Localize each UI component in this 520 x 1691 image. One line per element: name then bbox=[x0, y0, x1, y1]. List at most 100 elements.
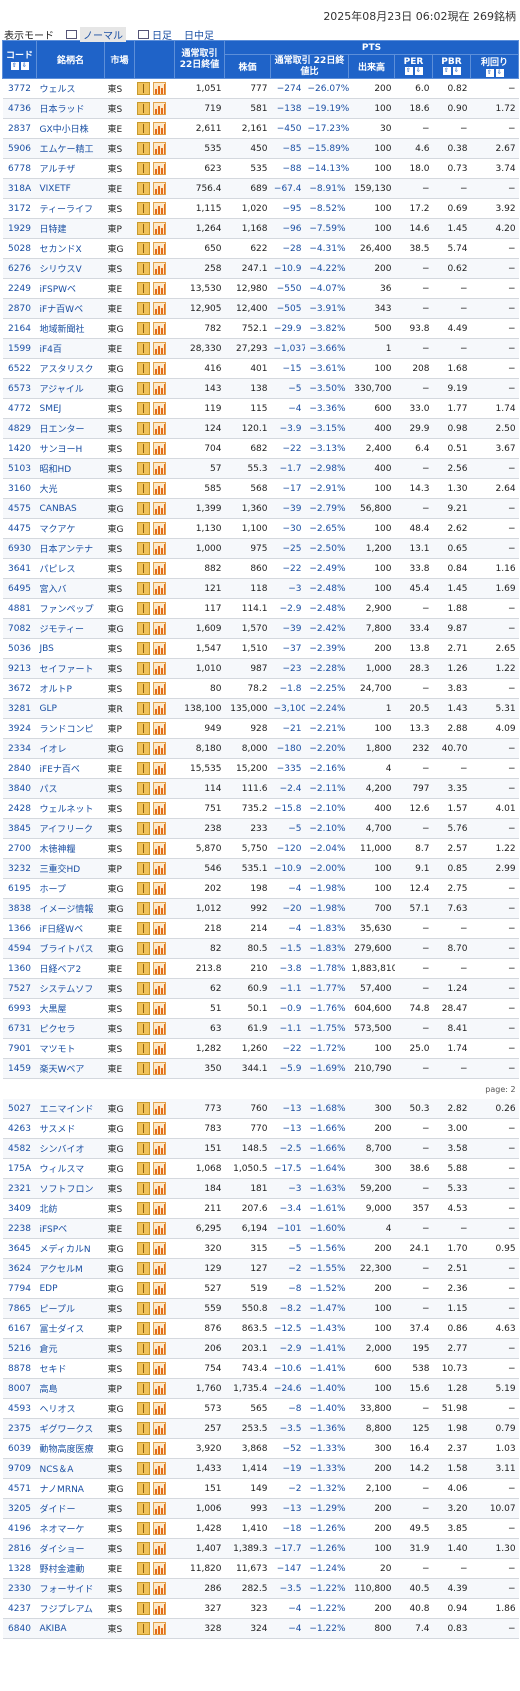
name-cell[interactable]: ウェルネット bbox=[36, 798, 105, 819]
code-cell[interactable]: 2428 bbox=[2, 798, 37, 819]
code-cell[interactable]: 2700 bbox=[2, 838, 37, 859]
icons-cell[interactable] bbox=[134, 718, 175, 739]
sort-up-icon[interactable]: ⇧ bbox=[10, 61, 19, 70]
book-icon[interactable] bbox=[136, 1042, 150, 1055]
chart-icon[interactable] bbox=[152, 1482, 166, 1495]
chart-icon[interactable] bbox=[152, 1122, 166, 1135]
icons-cell[interactable] bbox=[134, 678, 175, 699]
chart-icon[interactable] bbox=[152, 1462, 166, 1475]
book-icon[interactable] bbox=[136, 202, 150, 215]
icons-cell[interactable] bbox=[134, 518, 175, 539]
name-cell[interactable]: AKIBA bbox=[36, 1618, 105, 1639]
book-icon[interactable] bbox=[136, 1502, 150, 1515]
chart-icon[interactable] bbox=[152, 1042, 166, 1055]
book-icon[interactable] bbox=[136, 982, 150, 995]
chart-icon[interactable] bbox=[152, 662, 166, 675]
mode-normal-option[interactable]: ノーマル bbox=[66, 27, 126, 42]
icons-cell[interactable] bbox=[134, 698, 175, 719]
name-cell[interactable]: エニマインド bbox=[36, 1099, 105, 1119]
icons-cell[interactable] bbox=[134, 98, 175, 119]
code-cell[interactable]: 4237 bbox=[2, 1598, 37, 1619]
code-cell[interactable]: 5906 bbox=[2, 138, 37, 159]
chart-icon[interactable] bbox=[152, 222, 166, 235]
icons-cell[interactable] bbox=[134, 558, 175, 579]
name-cell[interactable]: 冨士ダイス bbox=[36, 1318, 105, 1339]
name-cell[interactable]: アクセルM bbox=[36, 1258, 105, 1279]
book-icon[interactable] bbox=[136, 682, 150, 695]
code-cell[interactable]: 7082 bbox=[2, 618, 37, 639]
code-cell[interactable]: 5028 bbox=[2, 238, 37, 259]
chart-icon[interactable] bbox=[152, 242, 166, 255]
sort-up-icon[interactable]: ⇧ bbox=[442, 67, 451, 75]
chart-icon[interactable] bbox=[152, 262, 166, 275]
code-cell[interactable]: 4881 bbox=[2, 598, 37, 619]
name-cell[interactable]: 日特建 bbox=[36, 218, 105, 239]
icons-cell[interactable] bbox=[134, 1038, 175, 1059]
name-cell[interactable]: 大黒屋 bbox=[36, 998, 105, 1019]
chart-icon[interactable] bbox=[152, 282, 166, 295]
book-icon[interactable] bbox=[136, 1402, 150, 1415]
sort-down-icon[interactable]: ⇩ bbox=[20, 61, 29, 70]
book-icon[interactable] bbox=[136, 222, 150, 235]
name-cell[interactable]: フォーサイド bbox=[36, 1578, 105, 1599]
icons-cell[interactable] bbox=[134, 118, 175, 139]
code-cell[interactable]: 6993 bbox=[2, 998, 37, 1019]
book-icon[interactable] bbox=[136, 662, 150, 675]
code-cell[interactable]: 1420 bbox=[2, 438, 37, 459]
book-icon[interactable] bbox=[136, 382, 150, 395]
name-cell[interactable]: ヘリオス bbox=[36, 1398, 105, 1419]
chart-icon[interactable] bbox=[152, 422, 166, 435]
code-cell[interactable]: 4582 bbox=[2, 1138, 37, 1159]
icons-cell[interactable] bbox=[134, 938, 175, 959]
chart-icon[interactable] bbox=[152, 1302, 166, 1315]
code-cell[interactable]: 318A bbox=[2, 178, 37, 199]
book-icon[interactable] bbox=[136, 442, 150, 455]
book-icon[interactable] bbox=[136, 602, 150, 615]
name-cell[interactable]: サスメド bbox=[36, 1118, 105, 1139]
chart-icon[interactable] bbox=[152, 502, 166, 515]
chart-icon[interactable] bbox=[152, 722, 166, 735]
book-icon[interactable] bbox=[136, 1382, 150, 1395]
chart-icon[interactable] bbox=[152, 1542, 166, 1555]
icons-cell[interactable] bbox=[134, 1438, 175, 1459]
code-cell[interactable]: 2816 bbox=[2, 1538, 37, 1559]
book-icon[interactable] bbox=[136, 902, 150, 915]
chart-icon[interactable] bbox=[152, 942, 166, 955]
chart-icon[interactable] bbox=[152, 1602, 166, 1615]
name-cell[interactable]: ピープル bbox=[36, 1298, 105, 1319]
code-cell[interactable]: 2840 bbox=[2, 758, 37, 779]
chart-icon[interactable] bbox=[152, 462, 166, 475]
code-cell[interactable]: 9709 bbox=[2, 1458, 37, 1479]
book-icon[interactable] bbox=[136, 462, 150, 475]
chart-icon[interactable] bbox=[152, 82, 166, 95]
icons-cell[interactable] bbox=[134, 538, 175, 559]
icons-cell[interactable] bbox=[134, 478, 175, 499]
icons-cell[interactable] bbox=[134, 1298, 175, 1319]
book-icon[interactable] bbox=[136, 322, 150, 335]
name-cell[interactable]: ティーライフ bbox=[36, 198, 105, 219]
chart-icon[interactable] bbox=[152, 1102, 166, 1115]
code-cell[interactable]: 1599 bbox=[2, 338, 37, 359]
code-cell[interactable]: 1459 bbox=[2, 1058, 37, 1079]
chart-icon[interactable] bbox=[152, 362, 166, 375]
icons-cell[interactable] bbox=[134, 1618, 175, 1639]
icons-cell[interactable] bbox=[134, 1378, 175, 1399]
chart-icon[interactable] bbox=[152, 882, 166, 895]
icons-cell[interactable] bbox=[134, 858, 175, 879]
icons-cell[interactable] bbox=[134, 178, 175, 199]
code-cell[interactable]: 4829 bbox=[2, 418, 37, 439]
code-cell[interactable]: 2249 bbox=[2, 278, 37, 299]
mode-intraday-option[interactable]: 日中足 bbox=[184, 27, 214, 42]
name-cell[interactable]: ジモティー bbox=[36, 618, 105, 639]
icons-cell[interactable] bbox=[134, 378, 175, 399]
name-cell[interactable]: JBS bbox=[36, 638, 105, 659]
icons-cell[interactable] bbox=[134, 1338, 175, 1359]
icons-cell[interactable] bbox=[134, 818, 175, 839]
icons-cell[interactable] bbox=[134, 198, 175, 219]
chart-icon[interactable] bbox=[152, 922, 166, 935]
icons-cell[interactable] bbox=[134, 1598, 175, 1619]
chart-icon[interactable] bbox=[152, 302, 166, 315]
book-icon[interactable] bbox=[136, 142, 150, 155]
name-cell[interactable]: アジャイル bbox=[36, 378, 105, 399]
book-icon[interactable] bbox=[136, 362, 150, 375]
